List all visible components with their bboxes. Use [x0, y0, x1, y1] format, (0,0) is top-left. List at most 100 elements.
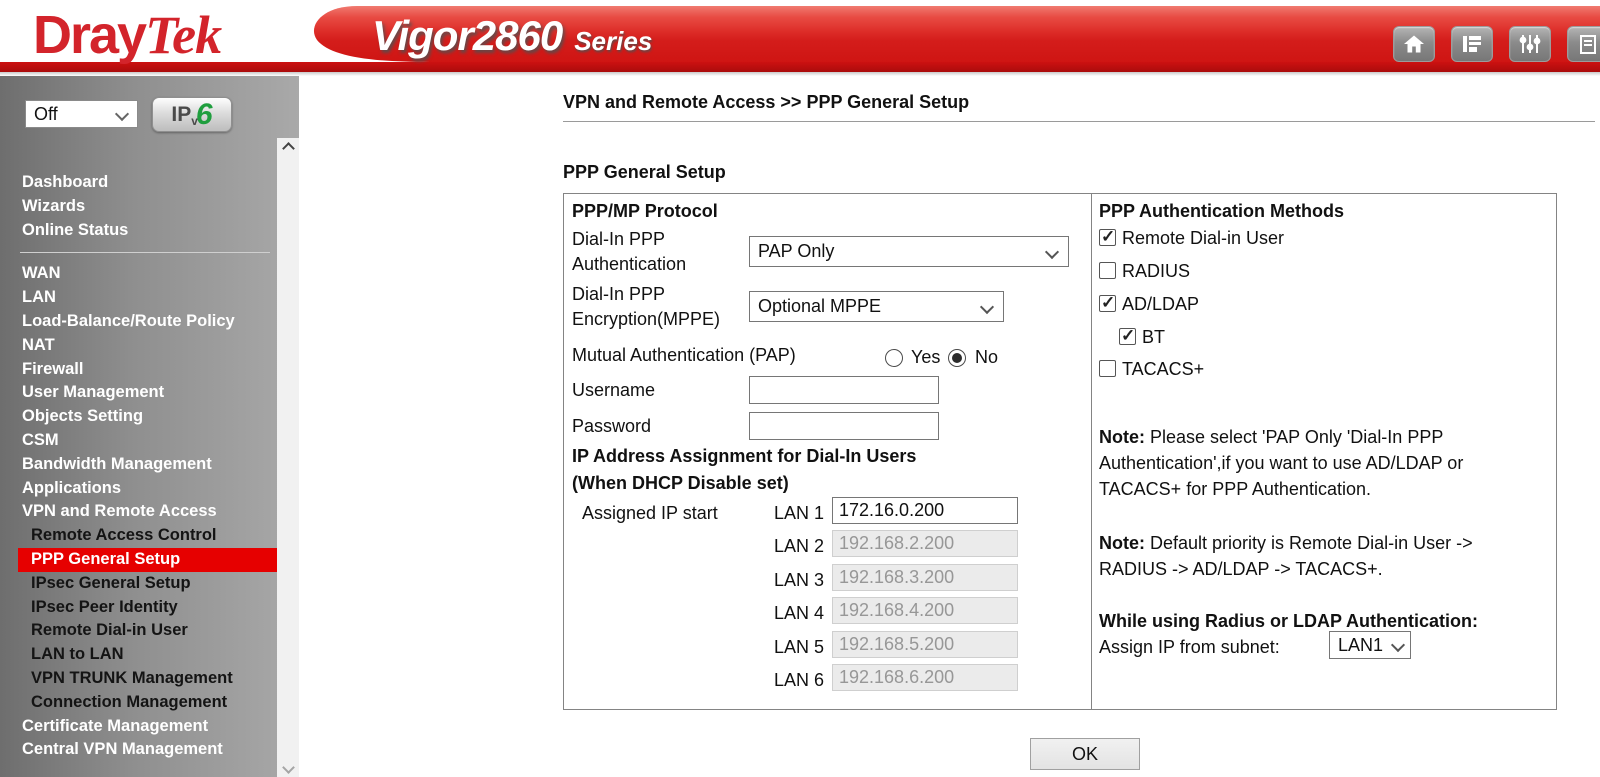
- lan5-label: LAN 5: [754, 635, 824, 660]
- ip-assignment-header-line1: IP Address Assignment for Dial-In Users: [572, 444, 916, 469]
- sidebar-item-objects-setting[interactable]: Objects Setting: [0, 405, 277, 429]
- breadcrumb: VPN and Remote Access >> PPP General Set…: [563, 92, 969, 113]
- ipv6-v-text: v: [191, 114, 198, 128]
- lan2-ip-field: [832, 530, 1018, 557]
- sidebar-item-remote-dial-in-user[interactable]: Remote Dial-in User: [0, 619, 277, 643]
- mutual-authentication-label: Mutual Authentication (PAP): [572, 343, 796, 368]
- dial-in-ppp-authentication-select[interactable]: PAP Only: [749, 236, 1069, 267]
- password-field[interactable]: [749, 412, 939, 440]
- ip-assignment-header-line2: (When DHCP Disable set): [572, 471, 789, 496]
- assign-ip-from-subnet-label: Assign IP from subnet:: [1099, 635, 1280, 660]
- sidebar-item-csm[interactable]: CSM: [0, 429, 277, 453]
- sidebar-divider: [20, 252, 270, 253]
- lan1-label: LAN 1: [754, 501, 824, 526]
- lan6-ip-field: [832, 664, 1018, 691]
- chevron-down-icon: [1045, 244, 1059, 258]
- ad-ldap-checkbox[interactable]: [1099, 295, 1116, 312]
- ipv6-ip-text: IP: [171, 103, 191, 127]
- home-icon[interactable]: [1393, 26, 1435, 62]
- remote-dial-in-user-checkbox[interactable]: [1099, 229, 1116, 246]
- note2-text: Default priority is Remote Dial-in User …: [1099, 533, 1473, 579]
- ipv6-button[interactable]: IPv6: [152, 97, 232, 132]
- sidebar-item-nat[interactable]: NAT: [0, 334, 277, 358]
- sidebar-item-applications[interactable]: Applications: [0, 477, 277, 501]
- note-default-priority: Note: Default priority is Remote Dial-in…: [1099, 530, 1519, 582]
- note2-prefix: Note:: [1099, 533, 1145, 553]
- mutual-auth-no-label: No: [975, 345, 998, 370]
- dial-in-ppp-authentication-value: PAP Only: [758, 241, 834, 262]
- radius-label: RADIUS: [1122, 259, 1190, 284]
- document-icon[interactable]: [1567, 26, 1600, 62]
- assign-ip-subnet-value: LAN1: [1338, 635, 1383, 656]
- chevron-down-icon: [980, 299, 994, 313]
- scroll-up-icon[interactable]: [277, 138, 299, 158]
- sidebar-item-certificate-management[interactable]: Certificate Management: [0, 715, 277, 739]
- lan1-ip-field[interactable]: [832, 497, 1018, 524]
- sidebar-item-user-management[interactable]: User Management: [0, 381, 277, 405]
- sidebar-item-connection-management[interactable]: Connection Management: [0, 691, 277, 715]
- while-using-radius-header: While using Radius or LDAP Authenticatio…: [1099, 609, 1478, 634]
- sidebar-item-dashboard[interactable]: Dashboard: [0, 171, 277, 195]
- ppp-mp-protocol-header: PPP/MP Protocol: [572, 199, 718, 224]
- lan5-ip-field: [832, 631, 1018, 658]
- header-toolbar: [1393, 26, 1600, 62]
- username-field[interactable]: [749, 376, 939, 404]
- breadcrumb-rule: [563, 121, 1595, 122]
- dial-in-ppp-encryption-select[interactable]: Optional MPPE: [749, 291, 1004, 322]
- ipv6-mode-value: Off: [34, 104, 58, 125]
- remote-dial-in-user-label: Remote Dial-in User: [1122, 226, 1284, 251]
- table-cell-divider: [1091, 194, 1092, 709]
- sidebar-item-lan[interactable]: LAN: [0, 286, 277, 310]
- note-pap-only: Note: Please select 'PAP Only 'Dial-In P…: [1099, 424, 1519, 502]
- ok-button[interactable]: OK: [1030, 738, 1140, 770]
- sidebar-item-vpn-and-remote-access[interactable]: VPN and Remote Access: [0, 500, 277, 524]
- page-title: PPP General Setup: [563, 162, 726, 183]
- sidebar-item-bandwidth-management[interactable]: Bandwidth Management: [0, 453, 277, 477]
- logo-part2: Tek: [145, 5, 221, 65]
- sidebar-item-lan-to-lan[interactable]: LAN to LAN: [0, 643, 277, 667]
- sidebar-item-central-vpn-management[interactable]: Central VPN Management: [0, 738, 277, 762]
- sidebar-item-vpn-trunk-management[interactable]: VPN TRUNK Management: [0, 667, 277, 691]
- lan3-ip-field: [832, 564, 1018, 591]
- sidebar-item-remote-access-control[interactable]: Remote Access Control: [0, 524, 277, 548]
- mutual-auth-no-radio[interactable]: [948, 349, 966, 367]
- sidebar-menu: Dashboard Wizards Online Status WAN LAN …: [0, 171, 277, 762]
- mutual-auth-yes-radio[interactable]: [885, 349, 903, 367]
- dial-in-ppp-authentication-label: Dial-In PPP Authentication: [572, 227, 747, 277]
- sidebar-item-ipsec-peer-identity[interactable]: IPsec Peer Identity: [0, 596, 277, 620]
- sliders-icon[interactable]: [1509, 26, 1551, 62]
- sidebar-scrollbar[interactable]: [277, 138, 299, 777]
- ipv6-digit-text: 6: [196, 100, 213, 130]
- sidebar-item-load-balance-route-policy[interactable]: Load-Balance/Route Policy: [0, 310, 277, 334]
- tacacs-checkbox[interactable]: [1099, 360, 1116, 377]
- sidebar-item-ipsec-general-setup[interactable]: IPsec General Setup: [0, 572, 277, 596]
- header-banner: DrayTek Vigor2860 Series: [0, 0, 1600, 76]
- radius-checkbox[interactable]: [1099, 262, 1116, 279]
- sidebar-item-wizards[interactable]: Wizards: [0, 195, 277, 219]
- chevron-down-icon: [1391, 638, 1405, 652]
- bt-label: BT: [1142, 325, 1165, 350]
- tacacs-label: TACACS+: [1122, 357, 1204, 382]
- setup-panel-icon[interactable]: [1451, 26, 1493, 62]
- lan2-label: LAN 2: [754, 534, 824, 559]
- dial-in-ppp-encryption-label: Dial-In PPP Encryption(MPPE): [572, 282, 752, 332]
- sidebar-item-online-status[interactable]: Online Status: [0, 219, 277, 243]
- sidebar-item-ppp-general-setup[interactable]: PPP General Setup: [18, 548, 277, 572]
- sidebar-item-firewall[interactable]: Firewall: [0, 358, 277, 382]
- ipv6-mode-select[interactable]: Off: [25, 100, 138, 128]
- lan6-label: LAN 6: [754, 668, 824, 693]
- ad-ldap-label: AD/LDAP: [1122, 292, 1199, 317]
- note1-text: Please select 'PAP Only 'Dial-In PPP Aut…: [1099, 427, 1463, 499]
- sidebar-item-wan[interactable]: WAN: [0, 262, 277, 286]
- lan4-ip-field: [832, 597, 1018, 624]
- note1-prefix: Note:: [1099, 427, 1145, 447]
- scroll-down-icon[interactable]: [277, 757, 299, 777]
- ppp-authentication-methods-header: PPP Authentication Methods: [1099, 199, 1344, 224]
- assign-ip-subnet-select[interactable]: LAN1: [1329, 631, 1411, 659]
- draytek-logo: DrayTek: [33, 4, 221, 66]
- banner-graphic: [0, 0, 1600, 76]
- lan4-label: LAN 4: [754, 601, 824, 626]
- bt-checkbox[interactable]: [1119, 328, 1136, 345]
- model-name: Vigor2860: [372, 12, 562, 60]
- model-series: Series: [574, 26, 652, 57]
